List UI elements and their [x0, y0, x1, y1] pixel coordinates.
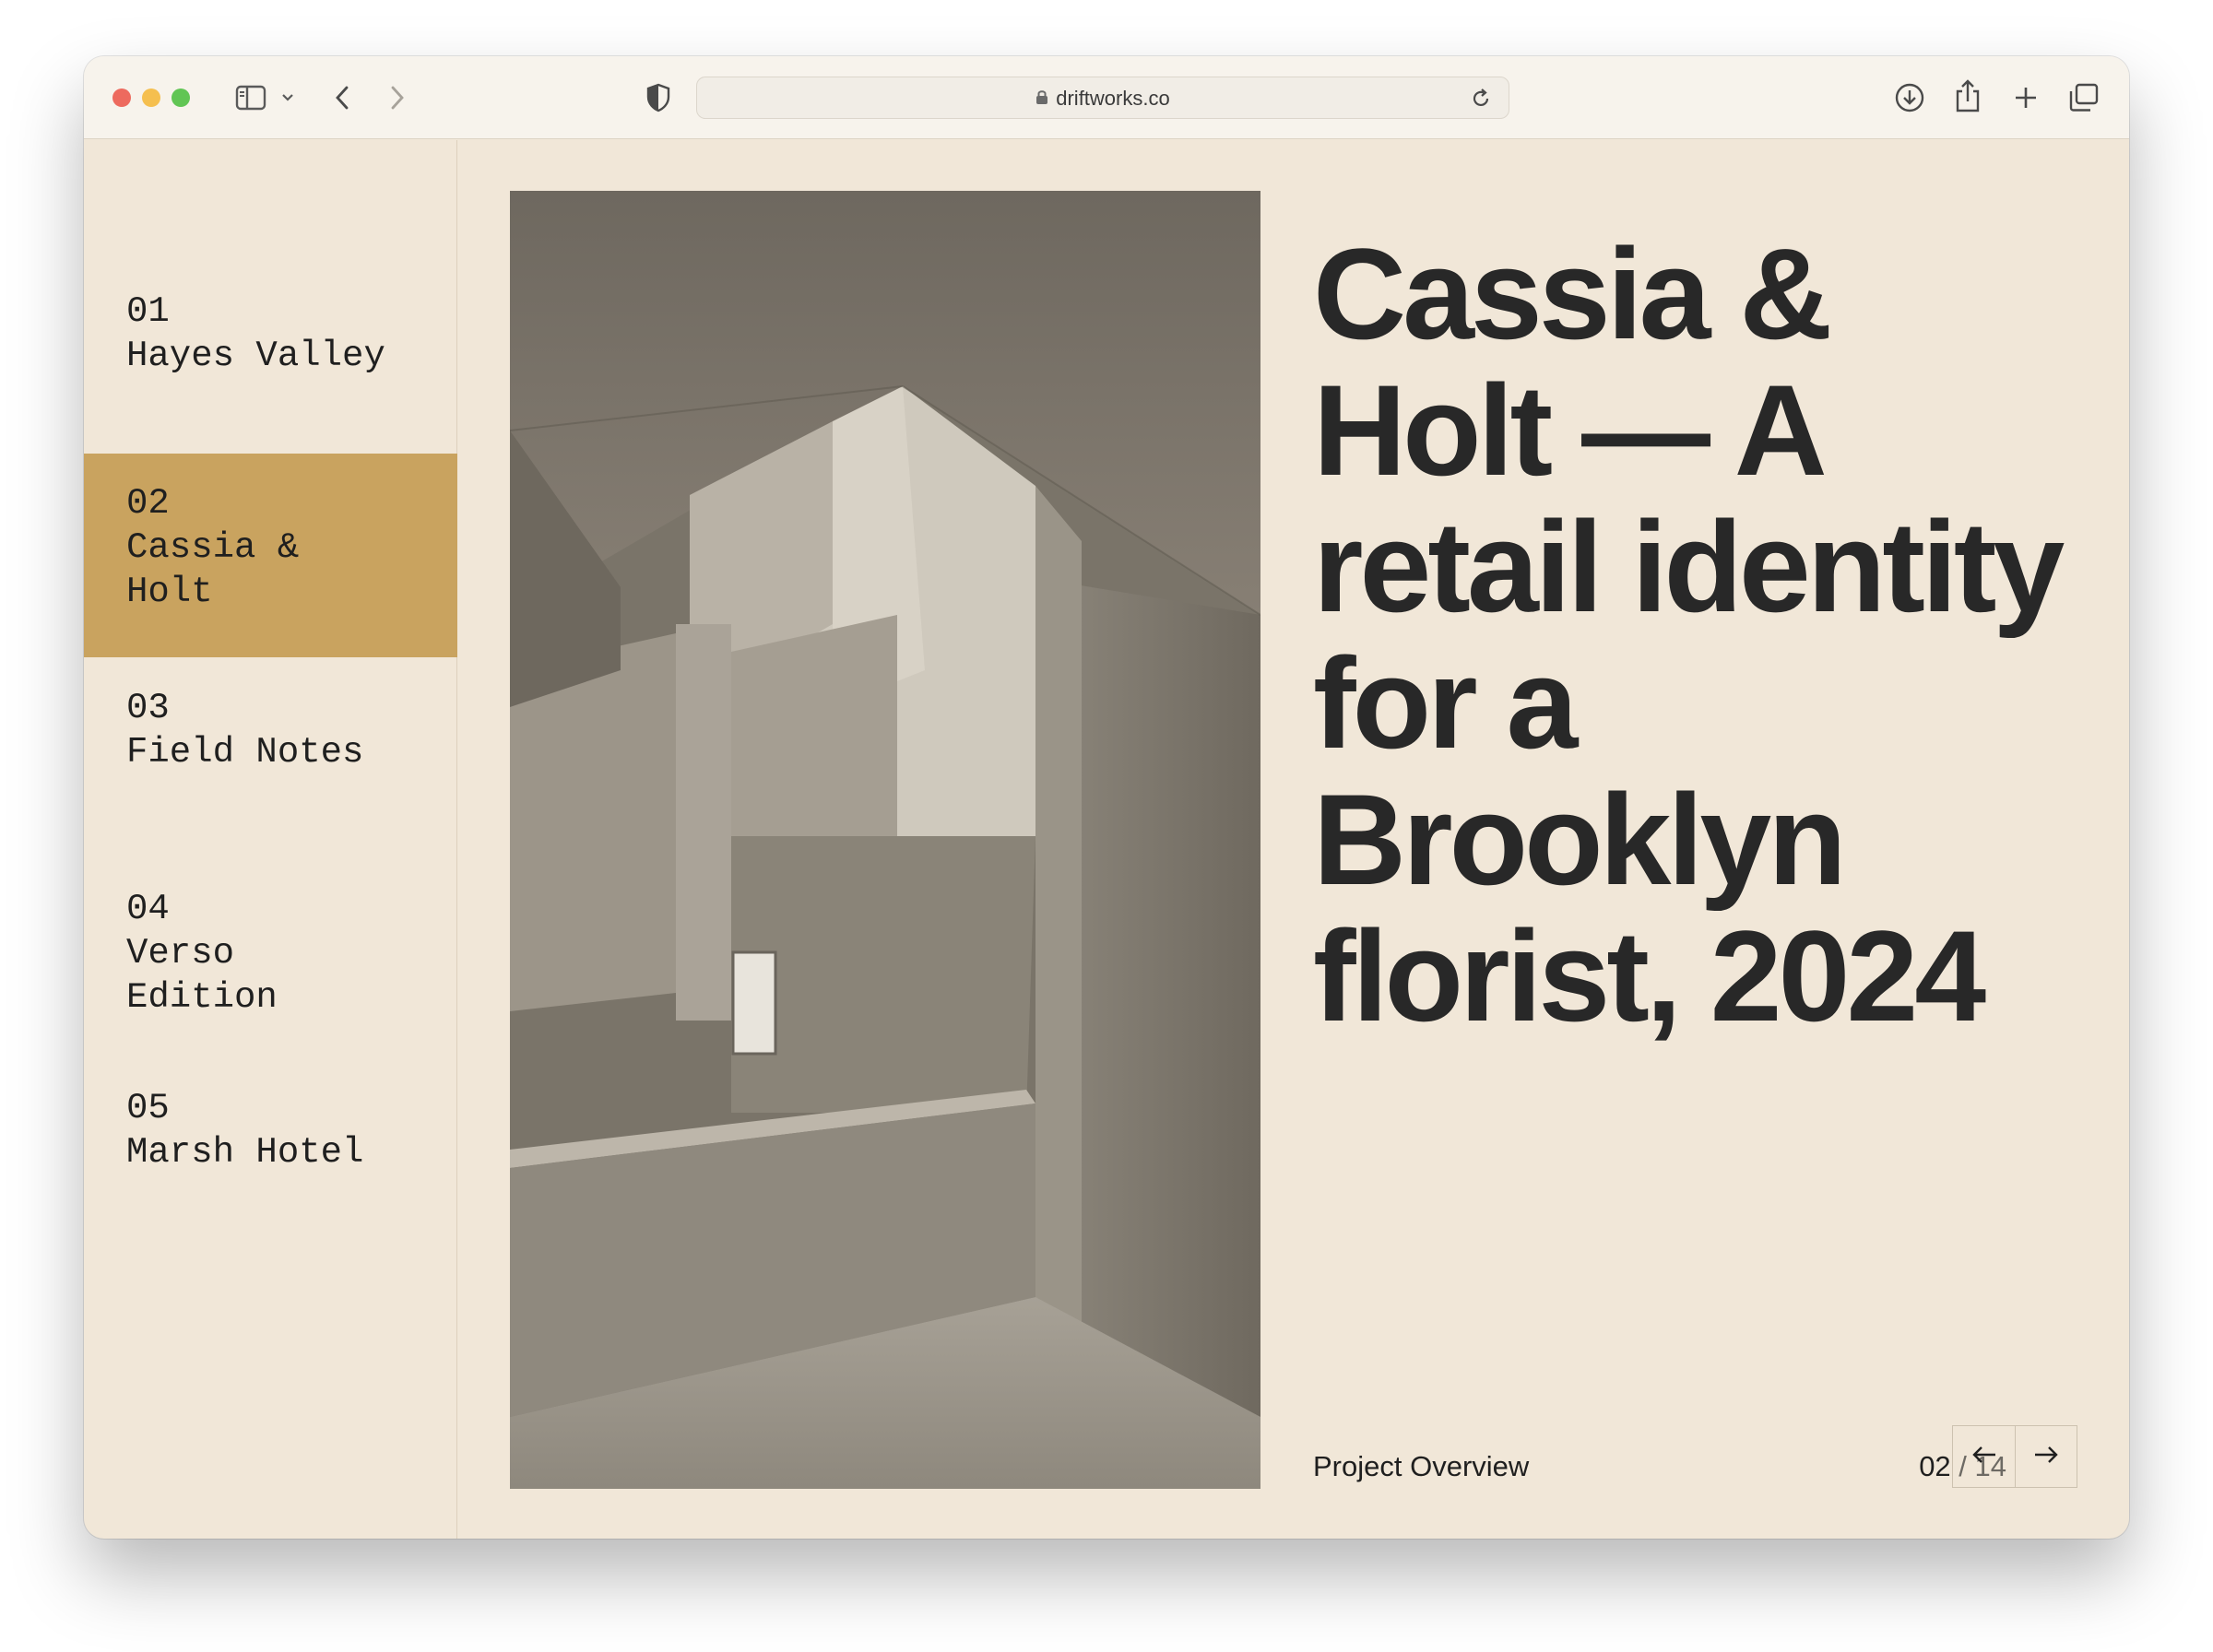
address-bar[interactable]: driftworks.co — [696, 77, 1509, 119]
sidebar-item-label: Verso Edition — [126, 933, 278, 1018]
forward-icon[interactable] — [388, 85, 407, 111]
sidebar-item-cassia-holt[interactable]: 02 Cassia & Holt — [84, 454, 457, 657]
next-slide-button[interactable] — [2015, 1426, 2077, 1487]
minimize-window-button[interactable] — [142, 88, 160, 107]
arrow-left-icon — [1971, 1445, 1997, 1469]
browser-toolbar: driftworks.co — [84, 56, 2129, 139]
sidebar-item-number: 03 — [126, 688, 170, 728]
sidebar-item-number: 04 — [126, 889, 170, 929]
url-text: driftworks.co — [1056, 87, 1170, 110]
shield-icon[interactable] — [645, 83, 671, 112]
new-tab-icon[interactable] — [2013, 85, 2039, 111]
sidebar-item-label: Cassia & Holt — [126, 527, 300, 612]
sidebar-item-field-notes[interactable]: 03 Field Notes — [84, 686, 457, 824]
sidebar-item-label: Hayes Valley — [126, 336, 385, 376]
counter-current: 02 — [1919, 1450, 1951, 1482]
sidebar-item-label: Field Notes — [126, 732, 364, 773]
project-headline: Cassia & Holt — A retail identity for a … — [1313, 221, 2065, 1048]
lock-icon — [1035, 87, 1048, 111]
sidebar-item-label: Marsh Hotel — [126, 1132, 364, 1173]
close-window-button[interactable] — [112, 88, 131, 107]
section-label: Project Overview — [1313, 1450, 1530, 1482]
sidebar-item-verso-edition[interactable]: 04 Verso Edition — [84, 887, 457, 1025]
sidebar-item-hayes-valley[interactable]: 01 Hayes Valley — [84, 282, 457, 420]
sidebar-item-number: 01 — [126, 291, 170, 332]
project-sidebar: 01 Hayes Valley 02 Cassia & Holt 03 Fiel… — [84, 140, 457, 1539]
chevron-down-icon[interactable] — [281, 93, 294, 102]
tabs-overview-icon[interactable] — [2068, 83, 2100, 112]
project-hero-image — [510, 191, 1260, 1489]
sidebar-toggle-icon[interactable] — [235, 85, 266, 111]
zoom-window-button[interactable] — [172, 88, 190, 107]
sidebar-item-marsh-hotel[interactable]: 05 Marsh Hotel — [84, 1086, 457, 1187]
browser-window: driftworks.co 01 Hayes Valley 02 Cassia … — [84, 56, 2129, 1539]
share-icon[interactable] — [1953, 78, 1982, 113]
reload-icon[interactable] — [1470, 88, 1492, 110]
sidebar-item-number: 05 — [126, 1088, 170, 1128]
previous-slide-button[interactable] — [1953, 1426, 2015, 1487]
sidebar-item-number: 02 — [126, 483, 170, 524]
download-icon[interactable] — [1894, 82, 1925, 113]
back-icon[interactable] — [333, 85, 351, 111]
slide-pager — [1952, 1425, 2077, 1488]
arrow-right-icon — [2033, 1445, 2059, 1469]
